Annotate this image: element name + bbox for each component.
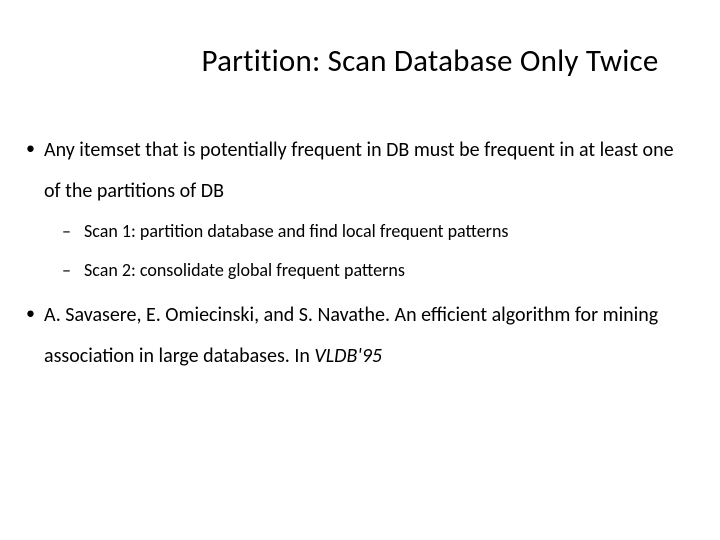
bullet-list: Any itemset that is potentially frequent… (22, 130, 690, 377)
slide: Partition: Scan Database Only Twice Any … (0, 0, 720, 540)
citation-venue: VLDB'95 (314, 344, 382, 368)
slide-body: Any itemset that is potentially frequent… (22, 130, 690, 383)
sub-bullet-list: Scan 1: partition database and find loca… (44, 212, 690, 289)
bullet-item: A. Savasere, E. Omiecinski, and S. Navat… (22, 295, 690, 377)
sub-bullet-text: Scan 1: partition database and find loca… (84, 220, 508, 242)
slide-title: Partition: Scan Database Only Twice (0, 42, 720, 80)
bullet-text: Any itemset that is potentially frequent… (44, 138, 674, 203)
citation-authors: A. Savasere, E. Omiecinski, and S. Navat… (44, 303, 395, 327)
sub-bullet-item: Scan 2: consolidate global frequent patt… (44, 251, 690, 290)
citation-post: . In (285, 344, 315, 368)
bullet-item: Any itemset that is potentially frequent… (22, 130, 690, 289)
sub-bullet-text: Scan 2: consolidate global frequent patt… (84, 259, 405, 281)
sub-bullet-item: Scan 1: partition database and find loca… (44, 212, 690, 251)
